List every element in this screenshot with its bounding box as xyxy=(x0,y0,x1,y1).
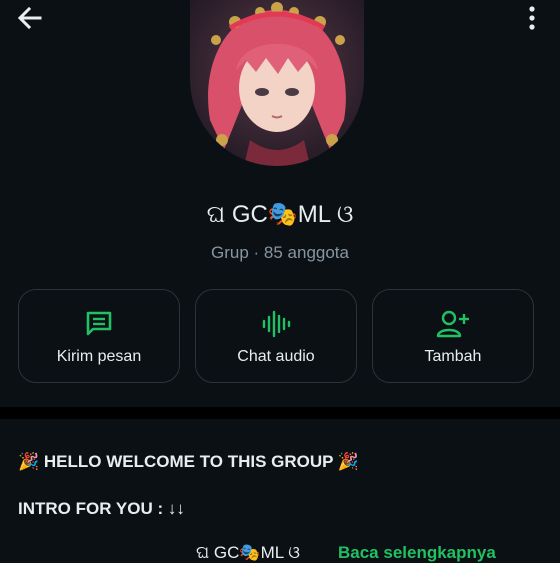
more-options-button[interactable] xyxy=(524,4,540,32)
send-message-label: Kirim pesan xyxy=(56,348,142,365)
send-message-button[interactable]: Kirim pesan xyxy=(18,289,180,383)
group-description xyxy=(0,419,560,560)
read-more-link[interactable]: Baca selengkapnya xyxy=(338,543,496,563)
description-line-1: 🎉 HELLO WELCOME TO THIS GROUP 🎉 xyxy=(18,452,360,471)
arrow-left-icon xyxy=(17,6,42,30)
description-line-3: ଘ GC🎭ML ଓ xyxy=(196,543,300,562)
description-line-2: INTRO FOR YOU : ↓↓ xyxy=(18,499,185,518)
back-button[interactable] xyxy=(14,4,44,34)
group-avatar[interactable] xyxy=(190,0,364,166)
audio-wave-icon xyxy=(262,310,291,338)
add-member-button[interactable]: Tambah xyxy=(372,289,534,383)
group-member-count: Grup · 85 anggota xyxy=(211,243,349,262)
audio-chat-button[interactable]: Chat audio xyxy=(195,289,357,383)
section-divider xyxy=(0,407,560,419)
audio-chat-label: Chat audio xyxy=(237,348,315,365)
message-icon xyxy=(86,311,112,336)
more-vert-icon xyxy=(529,6,535,30)
group-name: ଘ GC🎭ML ଓ xyxy=(206,201,354,228)
add-person-icon xyxy=(436,310,469,338)
add-member-label: Tambah xyxy=(424,348,482,365)
